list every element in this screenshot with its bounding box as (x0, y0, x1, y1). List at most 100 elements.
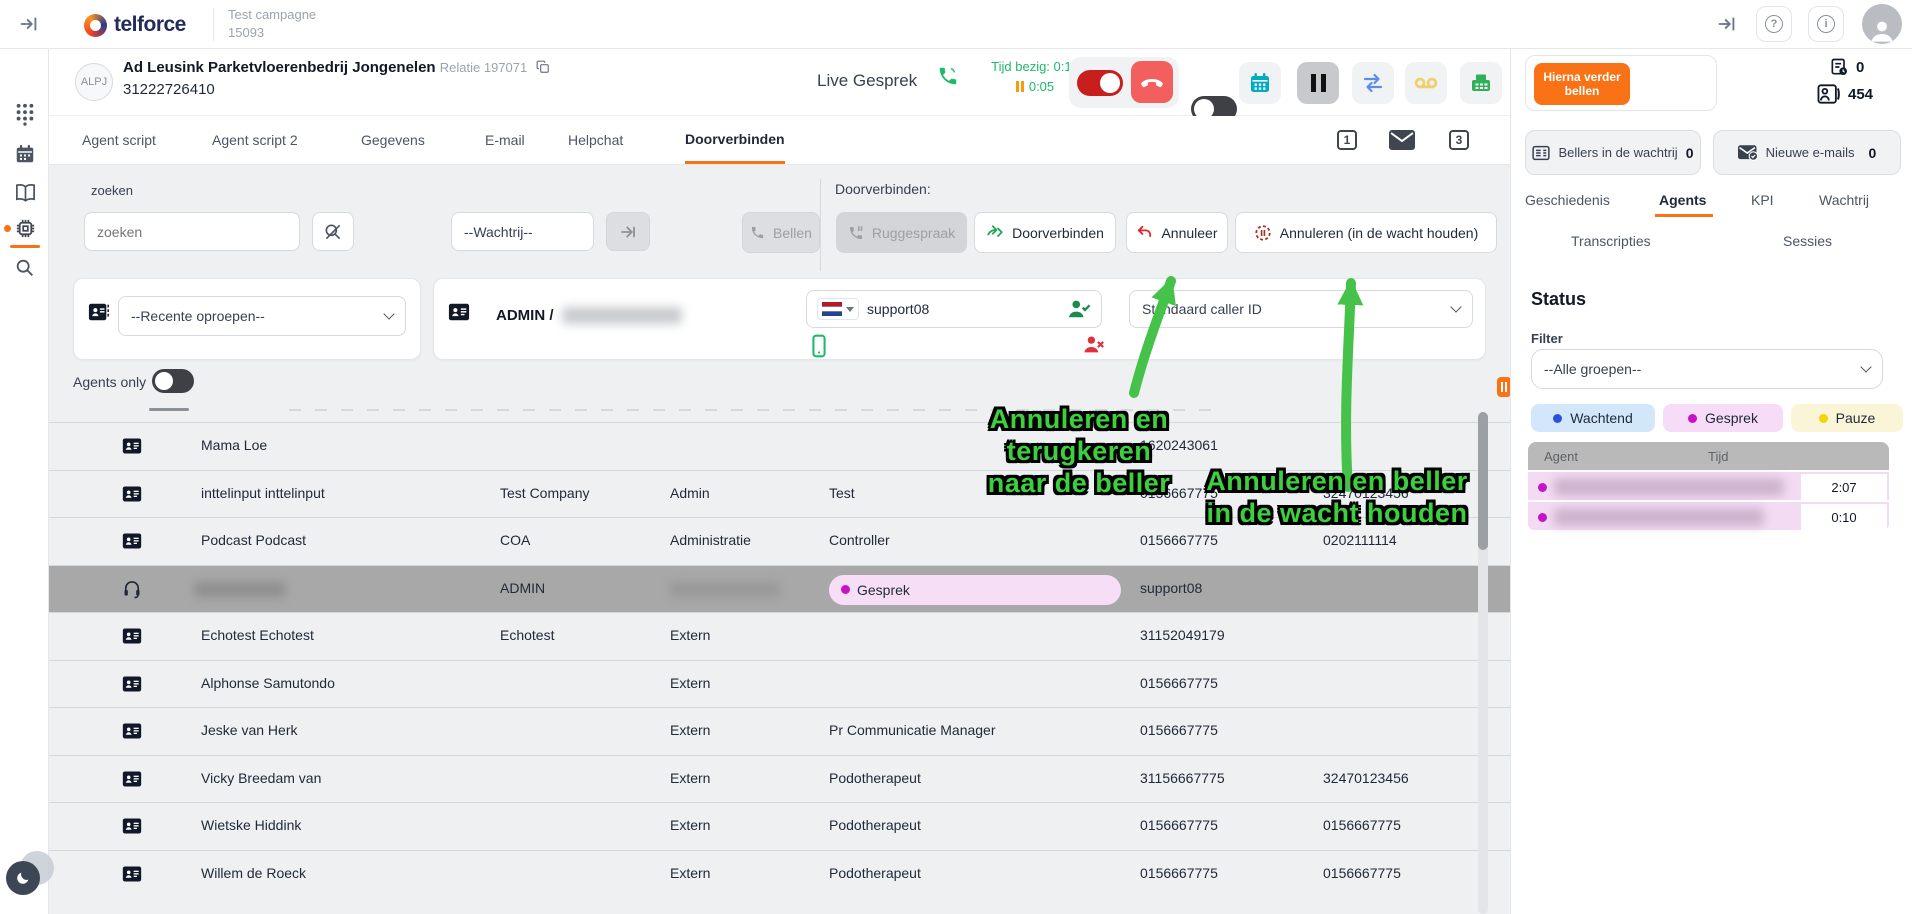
col-tijd: Tijd (1708, 449, 1728, 464)
contacts-counter[interactable]: 454 (1817, 83, 1873, 105)
brand-logo[interactable]: telforce (84, 13, 186, 37)
tab-gegevens[interactable]: Gegevens (361, 116, 425, 164)
rtab-sessies[interactable]: Sessies (1783, 233, 1832, 249)
table-row[interactable]: Echotest EchotestEchotestExtern311520491… (49, 612, 1510, 660)
tab-agent-script-2[interactable]: Agent script 2 (212, 116, 298, 164)
table-scrollbar-thumb[interactable] (1478, 412, 1488, 550)
mute-toggle[interactable] (1077, 70, 1123, 96)
cell-department: Extern (670, 817, 710, 833)
copy-icon[interactable] (536, 60, 550, 74)
avatar[interactable] (1862, 4, 1902, 44)
department-blurred (670, 582, 780, 597)
cell-function: Test (829, 485, 855, 501)
annotation-cancel-hold: Annuleren en bellerin de wacht houden (1197, 465, 1477, 529)
cell-name: Wietske Hiddink (201, 817, 301, 833)
status-title: Status (1531, 289, 1586, 310)
legend-wachtend[interactable]: Wachtend (1531, 404, 1655, 432)
legend-pauze[interactable]: Pauze (1791, 404, 1903, 432)
agent-status-row[interactable]: 0:10 (1528, 500, 1889, 530)
pause-button[interactable] (1297, 62, 1339, 104)
contact-card-icon (122, 484, 142, 504)
table-scrollbar-track[interactable] (1478, 412, 1488, 914)
mail-icon[interactable] (1389, 130, 1415, 150)
legend-pauze-label: Pauze (1836, 410, 1876, 426)
help-button[interactable]: ? (1756, 6, 1792, 42)
contact-card-icon (122, 626, 142, 646)
page-one-icon[interactable]: 1 (1337, 130, 1357, 150)
legend-gesprek-label: Gesprek (1705, 410, 1758, 426)
tab-helpchat[interactable]: Helpchat (568, 116, 623, 164)
rtab-geschiedenis[interactable]: Geschiedenis (1525, 192, 1610, 208)
dark-mode-toggle[interactable] (6, 861, 40, 895)
table-row[interactable]: Jeske van HerkExternPr Communicatie Mana… (49, 707, 1510, 755)
table-row[interactable]: Vicky Breedam vanExternPodotherapeut3115… (49, 755, 1510, 803)
active-call-icon (937, 65, 959, 87)
cell-phone1: 0156667775 (1140, 532, 1218, 548)
new-emails-button[interactable]: Nieuwe e-mails 0 (1713, 130, 1901, 175)
page-three-icon[interactable]: 3 (1449, 130, 1469, 150)
cell-phone1: 31156667775 (1140, 770, 1225, 786)
next-call-button[interactable]: Hierna verder bellen (1534, 63, 1630, 105)
telforce-logo-icon (84, 14, 107, 37)
agent-status-row[interactable]: 2:07 (1528, 470, 1889, 500)
table-row[interactable]: Alphonse SamutondoExtern0156667775 (49, 660, 1510, 708)
calendar-nav-icon[interactable] (12, 141, 38, 167)
cell-department: Extern (670, 770, 710, 786)
cell-function: Pr Communicatie Manager (829, 722, 996, 738)
tab-doorverbinden[interactable]: Doorverbinden (685, 116, 785, 164)
chevron-down-icon (1860, 361, 1871, 372)
sidebar-expand-icon[interactable] (18, 13, 40, 35)
cell-name: Willem de Roeck (201, 865, 306, 881)
legend-wachtend-label: Wachtend (1570, 410, 1633, 426)
scheduled-count: 0 (1856, 59, 1864, 76)
table-row[interactable]: Mama Loe1620243061 (49, 422, 1510, 470)
table-row[interactable]: Wietske HiddinkExternPodotherapeut015666… (49, 802, 1510, 850)
scheduled-counter[interactable]: 0 (1829, 57, 1864, 77)
contact-card-icon (122, 674, 142, 694)
new-emails-count: 0 (1869, 145, 1877, 161)
transfer-button-icon[interactable] (1352, 62, 1394, 104)
table-row[interactable]: Willem de RoeckExternPodotherapeut015666… (49, 850, 1510, 898)
tab-agent-script[interactable]: Agent script (82, 116, 156, 164)
rtab-active-underline (1655, 214, 1713, 217)
legend-gesprek[interactable]: Gesprek (1663, 404, 1783, 432)
calendar-button[interactable] (1239, 62, 1281, 104)
info-icon: i (1817, 15, 1835, 33)
brand-name: telforce (114, 13, 186, 37)
cell-name: Mama Loe (201, 437, 267, 453)
info-button[interactable]: i (1808, 6, 1844, 42)
agent-time: 0:10 (1801, 504, 1887, 530)
table-row-selected[interactable]: ADMINsupport08Gesprek (49, 565, 1510, 613)
search-nav-icon[interactable] (12, 255, 38, 281)
book-icon[interactable] (12, 179, 38, 205)
cell-phone1: 0156667775 (1140, 675, 1218, 691)
voicemail-button[interactable] (1405, 62, 1447, 104)
next-call-box: Hierna verder bellen (1525, 55, 1717, 111)
panel-resize-handle[interactable] (1497, 377, 1511, 397)
tab-email[interactable]: E-mail (485, 116, 525, 164)
cell-name: Vicky Breedam van (201, 770, 321, 786)
magenta-dot-icon (1538, 483, 1547, 492)
rtab-kpi[interactable]: KPI (1751, 192, 1774, 208)
collapse-panel-icon[interactable] (1716, 13, 1738, 35)
active-nav-dot (4, 225, 11, 232)
dialpad-icon[interactable] (12, 101, 38, 127)
cell-department: Administratie (670, 532, 751, 548)
group-filter-select[interactable]: --Alle groepen-- (1531, 349, 1883, 389)
contact-header: ALPJ Ad Leusink Parketvloerenbedrij Jong… (49, 49, 1510, 116)
cell-company: Echotest (500, 627, 554, 643)
rtab-wachtrij[interactable]: Wachtrij (1819, 192, 1869, 208)
queue-list-icon (1532, 145, 1550, 161)
rtab-agents[interactable]: Agents (1659, 192, 1706, 208)
cell-phone1: support08 (1140, 580, 1202, 596)
magenta-dot-icon (1688, 414, 1697, 423)
topbar-divider (213, 8, 214, 41)
fax-button[interactable] (1460, 62, 1502, 104)
cell-name: Echotest Echotest (201, 627, 314, 643)
campaign-nav-icon[interactable] (12, 215, 38, 241)
rtab-transcripties[interactable]: Transcripties (1571, 233, 1651, 249)
contact-card-icon (122, 436, 142, 456)
yellow-dot-icon (1819, 414, 1828, 423)
callers-queue-button[interactable]: Bellers in de wachtrij 0 (1525, 130, 1701, 175)
hangup-button[interactable] (1131, 61, 1173, 103)
